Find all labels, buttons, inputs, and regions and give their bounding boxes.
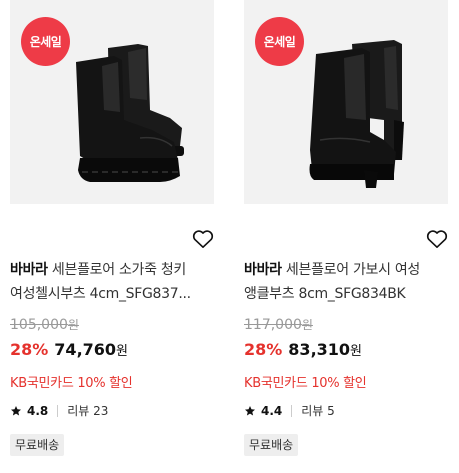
brand-name: 바바라 — [10, 262, 48, 278]
divider — [57, 404, 59, 417]
rating-score: 4.4 — [261, 403, 283, 418]
sale-price: 74,760 — [54, 340, 117, 359]
product-image[interactable]: 온세일 — [10, 0, 214, 204]
review-count: 리뷰 5 — [301, 404, 335, 418]
star-icon — [245, 405, 255, 415]
card-promo: KB국민카드 10% 할인 — [244, 376, 367, 391]
brand-name: 바바라 — [244, 262, 282, 278]
rating-row: 4.4 리뷰 5 — [244, 402, 335, 419]
discount-rate: 28% — [244, 340, 283, 359]
original-price-value: 117,000 — [244, 317, 302, 333]
title-line1: 세븐플로어 가보시 여성 — [285, 262, 421, 278]
sale-price-row: 28% 74,760원 — [10, 340, 128, 359]
sale-price-row: 28% 83,310원 — [244, 340, 362, 359]
free-shipping-badge: 무료배송 — [244, 434, 299, 456]
on-sale-badge: 온세일 — [255, 17, 304, 66]
review-count: 리뷰 23 — [67, 404, 109, 418]
heart-icon[interactable] — [426, 229, 448, 249]
product-image[interactable]: 온세일 — [244, 0, 448, 204]
product-title[interactable]: 바바라 세븐플로어 소가죽 청키 여성첼시부츠 4cm_SFG837... — [10, 258, 220, 306]
star-icon — [11, 405, 21, 415]
original-price-value: 105,000 — [10, 317, 68, 333]
original-price: 117,000원 — [244, 316, 313, 333]
discount-rate: 28% — [10, 340, 49, 359]
product-card[interactable]: 온세일 바바라 세븐플로어 가보시 여성 앵클부츠 8cm_SFG834BK 1… — [244, 0, 458, 473]
divider — [291, 404, 293, 417]
title-line2: 여성첼시부츠 4cm_SFG837... — [10, 286, 191, 302]
original-currency: 원 — [67, 318, 79, 332]
rating-score: 4.8 — [27, 403, 49, 418]
original-price: 105,000원 — [10, 316, 79, 333]
on-sale-badge: 온세일 — [21, 17, 70, 66]
sale-price: 83,310 — [288, 340, 351, 359]
card-promo: KB국민카드 10% 할인 — [10, 376, 133, 391]
title-line1: 세븐플로어 소가죽 청키 — [51, 262, 187, 278]
rating-row: 4.8 리뷰 23 — [10, 402, 108, 419]
original-currency: 원 — [301, 318, 313, 332]
sale-currency: 원 — [350, 344, 363, 359]
sale-currency: 원 — [116, 344, 129, 359]
free-shipping-badge: 무료배송 — [10, 434, 65, 456]
product-title[interactable]: 바바라 세븐플로어 가보시 여성 앵클부츠 8cm_SFG834BK — [244, 258, 454, 306]
product-card[interactable]: 온세일 바바라 세븐플로어 소가죽 청키 여성첼시부츠 4cm_SFG837..… — [10, 0, 224, 473]
heart-icon[interactable] — [192, 229, 214, 249]
title-line2: 앵클부츠 8cm_SFG834BK — [244, 286, 406, 302]
